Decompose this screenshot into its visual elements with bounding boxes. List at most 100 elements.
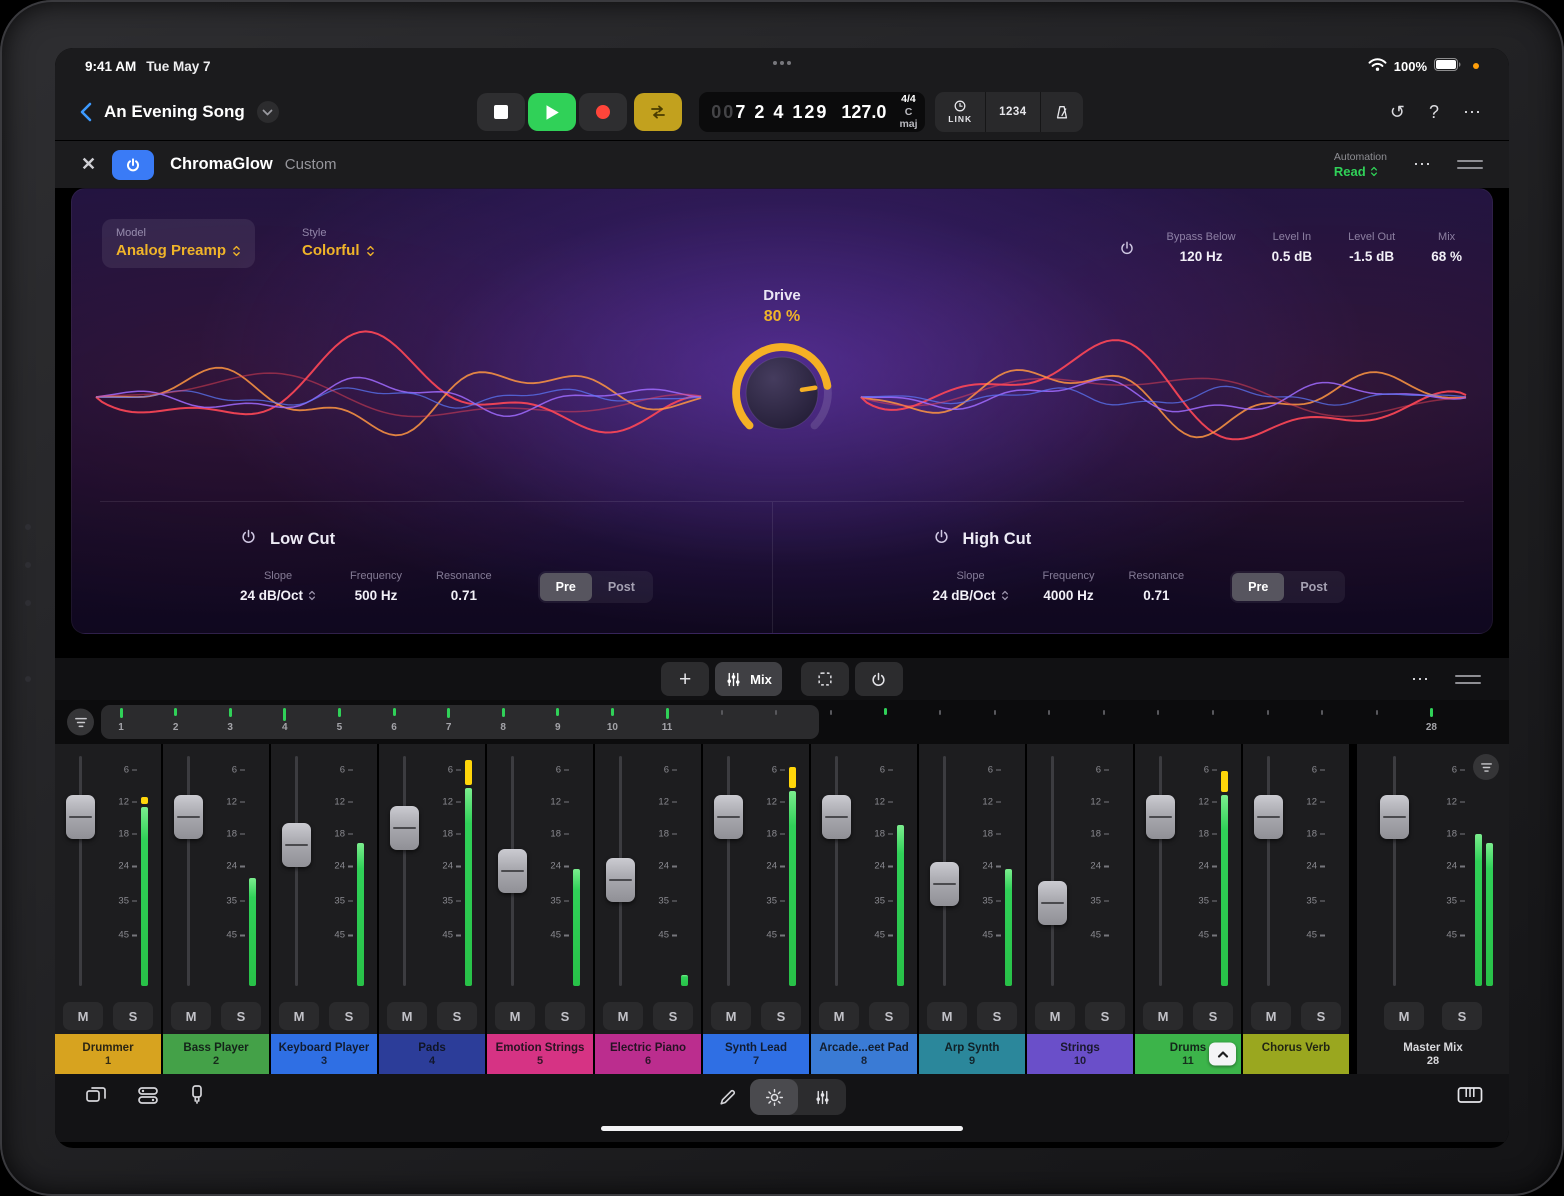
high-cut-frequency[interactable]: Frequency 4000 Hz [1043, 570, 1095, 603]
track-label[interactable]: Master Mix28 [1357, 1034, 1509, 1074]
fader-handle[interactable] [498, 849, 527, 893]
param-level-in[interactable]: Level In 0.5 dB [1272, 231, 1313, 264]
count-in-button[interactable]: 1234 [985, 92, 1040, 132]
mixer-more-button[interactable]: ⋯ [1411, 669, 1429, 690]
marquee-select-button[interactable] [801, 662, 849, 696]
fader-handle[interactable] [606, 858, 635, 902]
stop-button[interactable] [477, 93, 525, 131]
browser-button[interactable] [85, 1085, 107, 1110]
solo-button[interactable]: S [329, 1002, 369, 1030]
track-label[interactable]: Arp Synth9 [919, 1034, 1025, 1074]
tempo-display[interactable]: 127.0 [841, 102, 886, 123]
mute-button[interactable]: M [927, 1002, 967, 1030]
track-label[interactable]: Chorus Verb [1243, 1034, 1349, 1074]
cycle-button[interactable] [634, 93, 682, 131]
mixer-resize-handle[interactable] [1455, 675, 1481, 684]
param-level-out[interactable]: Level Out -1.5 dB [1348, 231, 1395, 264]
mute-button[interactable]: M [603, 1002, 643, 1030]
track-label[interactable]: Emotion Strings5 [487, 1034, 593, 1074]
loops-button[interactable] [137, 1085, 159, 1110]
track-label[interactable]: Keyboard Player3 [271, 1034, 377, 1074]
track-label[interactable]: Drummer1 [55, 1034, 161, 1074]
fader-handle[interactable] [282, 823, 311, 867]
track-label[interactable]: Arcade...eet Pad8 [811, 1034, 917, 1074]
mute-button[interactable]: M [711, 1002, 751, 1030]
mixer-faders-button[interactable] [798, 1079, 846, 1115]
solo-button[interactable]: S [1085, 1002, 1125, 1030]
master-filter-button[interactable] [1473, 754, 1499, 780]
style-selector[interactable]: Style Colorful [302, 219, 375, 268]
help-button[interactable]: ? [1429, 102, 1439, 123]
io-device-button[interactable] [189, 1084, 205, 1110]
high-cut-slope[interactable]: Slope 24 dB/Oct [933, 570, 1009, 603]
solo-button[interactable]: S [1193, 1002, 1233, 1030]
param-bypass-below[interactable]: Bypass Below 120 Hz [1167, 231, 1236, 264]
bypass-power-icon[interactable] [1119, 240, 1135, 261]
low-cut-resonance[interactable]: Resonance 0.71 [436, 570, 492, 603]
track-label[interactable]: Drums11 [1135, 1034, 1241, 1074]
track-overview-ruler[interactable]: 123456789101128 [55, 700, 1509, 744]
solo-button[interactable]: S [437, 1002, 477, 1030]
solo-button[interactable]: S [761, 1002, 801, 1030]
timesig-key-display[interactable]: 4/4 C maj [899, 93, 917, 131]
mute-button[interactable]: M [387, 1002, 427, 1030]
home-indicator[interactable] [601, 1126, 963, 1131]
high-cut-power-icon[interactable] [933, 528, 950, 550]
song-title[interactable]: An Evening Song [104, 102, 245, 122]
low-cut-slope[interactable]: Slope 24 dB/Oct [240, 570, 316, 603]
fader-handle[interactable] [1254, 795, 1283, 839]
mute-button[interactable]: M [1143, 1002, 1183, 1030]
mute-button[interactable]: M [495, 1002, 535, 1030]
smart-controls-button[interactable] [750, 1079, 798, 1115]
solo-button[interactable]: S [1301, 1002, 1341, 1030]
plugin-power-button[interactable] [112, 150, 154, 180]
playhead-position[interactable]: 007 2 4 129 [711, 102, 828, 123]
lcd-display[interactable]: 007 2 4 129 127.0 4/4 C maj [699, 92, 925, 132]
back-button[interactable] [79, 102, 92, 122]
undo-button[interactable]: ↺ [1390, 102, 1405, 123]
solo-button[interactable]: S [113, 1002, 153, 1030]
link-button[interactable]: LINK [935, 92, 985, 132]
more-button[interactable]: ⋯ [1463, 102, 1481, 123]
plugin-resize-handle[interactable] [1457, 160, 1483, 169]
track-label[interactable]: Strings10 [1027, 1034, 1133, 1074]
track-filter-button[interactable] [67, 709, 94, 736]
mute-button[interactable]: M [1384, 1002, 1424, 1030]
high-cut-resonance[interactable]: Resonance 0.71 [1129, 570, 1185, 603]
mute-button[interactable]: M [1251, 1002, 1291, 1030]
multitask-dots-icon[interactable] [773, 61, 791, 65]
solo-button[interactable]: S [1442, 1002, 1482, 1030]
record-button[interactable] [579, 93, 627, 131]
play-button[interactable] [528, 93, 576, 131]
low-cut-power-icon[interactable] [240, 528, 257, 550]
keyboard-button[interactable] [1457, 1092, 1483, 1109]
param-mix[interactable]: Mix 68 % [1431, 231, 1462, 264]
drive-knob[interactable] [726, 337, 838, 454]
mute-button[interactable]: M [819, 1002, 859, 1030]
fader-handle[interactable] [174, 795, 203, 839]
track-label[interactable]: Pads4 [379, 1034, 485, 1074]
edit-pencil-button[interactable] [718, 1087, 738, 1107]
fader-handle[interactable] [1038, 881, 1067, 925]
post-button[interactable]: Post [592, 573, 651, 601]
model-selector[interactable]: Model Analog Preamp [102, 219, 255, 268]
automation-mode-button[interactable]: Read [1334, 164, 1387, 179]
collapse-chevron-button[interactable] [1209, 1043, 1236, 1066]
fader-handle[interactable] [1380, 795, 1409, 839]
add-track-button[interactable]: + [661, 662, 709, 696]
fader-handle[interactable] [1146, 795, 1175, 839]
track-label[interactable]: Bass Player2 [163, 1034, 269, 1074]
solo-button[interactable]: S [653, 1002, 693, 1030]
fader-handle[interactable] [714, 795, 743, 839]
fader-handle[interactable] [822, 795, 851, 839]
plugin-more-button[interactable]: ⋯ [1413, 154, 1431, 175]
solo-button[interactable]: S [221, 1002, 261, 1030]
mute-button[interactable]: M [279, 1002, 319, 1030]
post-button[interactable]: Post [1284, 573, 1343, 601]
mute-button[interactable]: M [63, 1002, 103, 1030]
solo-button[interactable]: S [869, 1002, 909, 1030]
mute-button[interactable]: M [171, 1002, 211, 1030]
fader-handle[interactable] [390, 806, 419, 850]
solo-button[interactable]: S [545, 1002, 585, 1030]
low-cut-frequency[interactable]: Frequency 500 Hz [350, 570, 402, 603]
